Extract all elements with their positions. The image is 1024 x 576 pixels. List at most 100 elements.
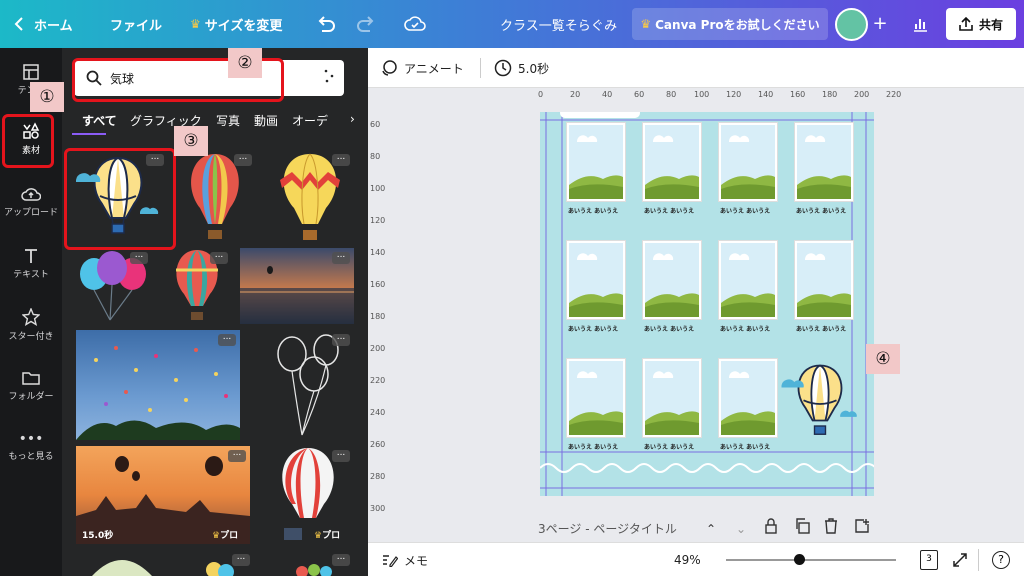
ruler-tick-label: 60 xyxy=(634,90,645,99)
ruler-tick-label: 240 xyxy=(370,408,386,417)
more-options-button[interactable]: ... xyxy=(234,153,252,166)
zoom-slider[interactable] xyxy=(726,554,896,565)
document-title[interactable]: クラス一覧そらぐみ xyxy=(500,0,617,48)
partial-balloons-result[interactable]: ... xyxy=(192,550,252,576)
sunset-balloon-photo-result[interactable]: ... xyxy=(240,248,354,324)
red-white-balloon-result[interactable]: ... ♛プロ xyxy=(262,446,354,544)
photo-frame[interactable] xyxy=(718,122,778,202)
partial-balloon-result[interactable] xyxy=(82,550,162,576)
rail-item-folders[interactable]: フォルダー xyxy=(0,370,62,402)
zoom-slider-handle[interactable] xyxy=(794,554,805,565)
duration-button[interactable]: 5.0秒 xyxy=(494,48,549,88)
page-up-button[interactable]: ⌃ xyxy=(706,518,716,537)
patterned-balloon-result[interactable]: ... xyxy=(166,248,228,324)
ruler-tick-label: 120 xyxy=(370,216,386,225)
canva-pro-label: Canva Proをお試しください xyxy=(655,17,820,32)
home-label: ホーム xyxy=(34,18,73,34)
more-options-button[interactable]: ... xyxy=(332,553,350,566)
step-marker-3: ③ xyxy=(174,126,208,156)
photo-frame[interactable] xyxy=(566,240,626,320)
design-page[interactable]: あいうえ あいうえ あいうえ あいうえ あいうえ あいうえ あいうえ あいうえ あいうえ… xyxy=(540,112,874,496)
animate-button[interactable]: アニメート xyxy=(380,48,464,88)
ruler-tick-label: 80 xyxy=(370,152,381,161)
page-title[interactable]: 3ページ - ページタイトル xyxy=(538,520,677,537)
more-options-button[interactable]: ... xyxy=(332,333,350,346)
file-menu[interactable]: ファイル xyxy=(110,0,162,48)
clear-search-button[interactable] xyxy=(294,68,312,86)
cloud-check-icon xyxy=(404,16,426,31)
photo-frame[interactable] xyxy=(566,358,626,438)
more-options-button[interactable]: ... xyxy=(332,449,350,462)
photo-frame[interactable] xyxy=(642,358,702,438)
more-options-button[interactable]: ... xyxy=(130,251,148,264)
fullscreen-button[interactable] xyxy=(952,552,968,572)
ruler-tick-label: 60 xyxy=(370,120,381,129)
rail-item-label: フォルダー xyxy=(8,392,54,402)
canva-pro-button[interactable]: ♛ Canva Proをお試しください xyxy=(632,8,828,40)
photo-frame[interactable] xyxy=(794,122,854,202)
more-options-button[interactable]: ... xyxy=(218,333,236,346)
duration-label: 5.0秒 xyxy=(518,61,550,76)
filter-button[interactable] xyxy=(320,68,340,86)
placed-balloon-graphic[interactable] xyxy=(776,356,864,452)
expand-pages-button[interactable]: ⌃ xyxy=(688,534,704,552)
page-count-button[interactable]: 3 xyxy=(920,550,938,570)
tab-videos[interactable]: 動画 xyxy=(254,112,278,129)
frame-caption: あいうえ あいうえ xyxy=(644,444,695,451)
home-button[interactable]: ホーム xyxy=(14,0,73,48)
highlight-balloon-result xyxy=(64,148,176,250)
tab-photos[interactable]: 写真 xyxy=(216,112,240,129)
avatar[interactable] xyxy=(835,8,868,41)
photo-frame[interactable] xyxy=(718,358,778,438)
landscape-placeholder-image xyxy=(645,125,699,199)
canvas-area: アニメート 5.0秒 0 20 40 60 80 100 120 140 160… xyxy=(368,48,1024,576)
more-options-button[interactable]: ... xyxy=(232,553,250,566)
more-options-button[interactable]: ... xyxy=(210,251,228,264)
rail-item-uploads[interactable]: アップロード xyxy=(0,186,62,218)
add-page-button[interactable] xyxy=(854,518,870,538)
rail-item-starred[interactable]: スター付き xyxy=(0,308,62,342)
add-collaborator-button[interactable]: + xyxy=(870,14,890,34)
delete-page-button[interactable] xyxy=(824,518,838,538)
document-title-label: クラス一覧そらぐみ xyxy=(500,18,618,34)
partial-confetti-result[interactable]: ... xyxy=(282,550,352,576)
temple-balloons-video-result[interactable]: ... 15.0秒 ♛プロ xyxy=(76,446,250,544)
chevron-down-icon: ⌄ xyxy=(736,522,747,536)
landscape-placeholder-image xyxy=(721,243,775,317)
tab-audio[interactable]: オーデ xyxy=(292,112,328,129)
share-icon xyxy=(959,17,973,31)
insights-button[interactable] xyxy=(912,0,928,48)
photo-frame[interactable] xyxy=(718,240,778,320)
photo-frame[interactable] xyxy=(642,122,702,202)
rail-item-label: アップロード xyxy=(3,208,58,218)
pro-badge: ♛プロ xyxy=(314,528,340,541)
more-options-button[interactable]: ... xyxy=(332,153,350,166)
photo-frame[interactable] xyxy=(566,122,626,202)
photo-frame[interactable] xyxy=(642,240,702,320)
cloud-save-button[interactable] xyxy=(404,0,426,48)
striped-balloon-result[interactable]: ... xyxy=(178,152,252,248)
tab-all[interactable]: すべて xyxy=(82,112,117,129)
more-options-button[interactable]: ... xyxy=(228,449,246,462)
expand-icon xyxy=(953,553,967,567)
photo-frame[interactable] xyxy=(794,240,854,320)
rail-item-more[interactable]: ••• もっと見る xyxy=(0,432,62,462)
sky-balloons-photo-result[interactable]: ... xyxy=(76,330,240,440)
rail-item-text[interactable]: テキスト xyxy=(0,248,62,280)
yellow-balloon-result[interactable]: ... xyxy=(268,152,352,248)
lock-page-button[interactable] xyxy=(764,518,778,538)
party-balloons-result[interactable]: ... xyxy=(76,248,152,324)
tabs-next-chevron-icon[interactable]: › xyxy=(350,112,355,126)
more-options-button[interactable]: ... xyxy=(332,251,350,264)
outline-balloons-result[interactable]: ... xyxy=(262,330,354,440)
resize-button[interactable]: ♛ サイズを変更 xyxy=(190,0,282,48)
help-button[interactable]: ? xyxy=(992,551,1010,569)
share-button[interactable]: 共有 xyxy=(946,8,1016,40)
clock-icon xyxy=(494,59,512,77)
undo-button[interactable] xyxy=(316,0,336,48)
redo-button[interactable] xyxy=(356,0,376,48)
duplicate-page-button[interactable] xyxy=(794,518,810,538)
page-down-button[interactable]: ⌄ xyxy=(736,518,746,537)
notes-button[interactable]: メモ xyxy=(382,543,428,576)
zoom-percentage[interactable]: 49% xyxy=(674,543,701,576)
